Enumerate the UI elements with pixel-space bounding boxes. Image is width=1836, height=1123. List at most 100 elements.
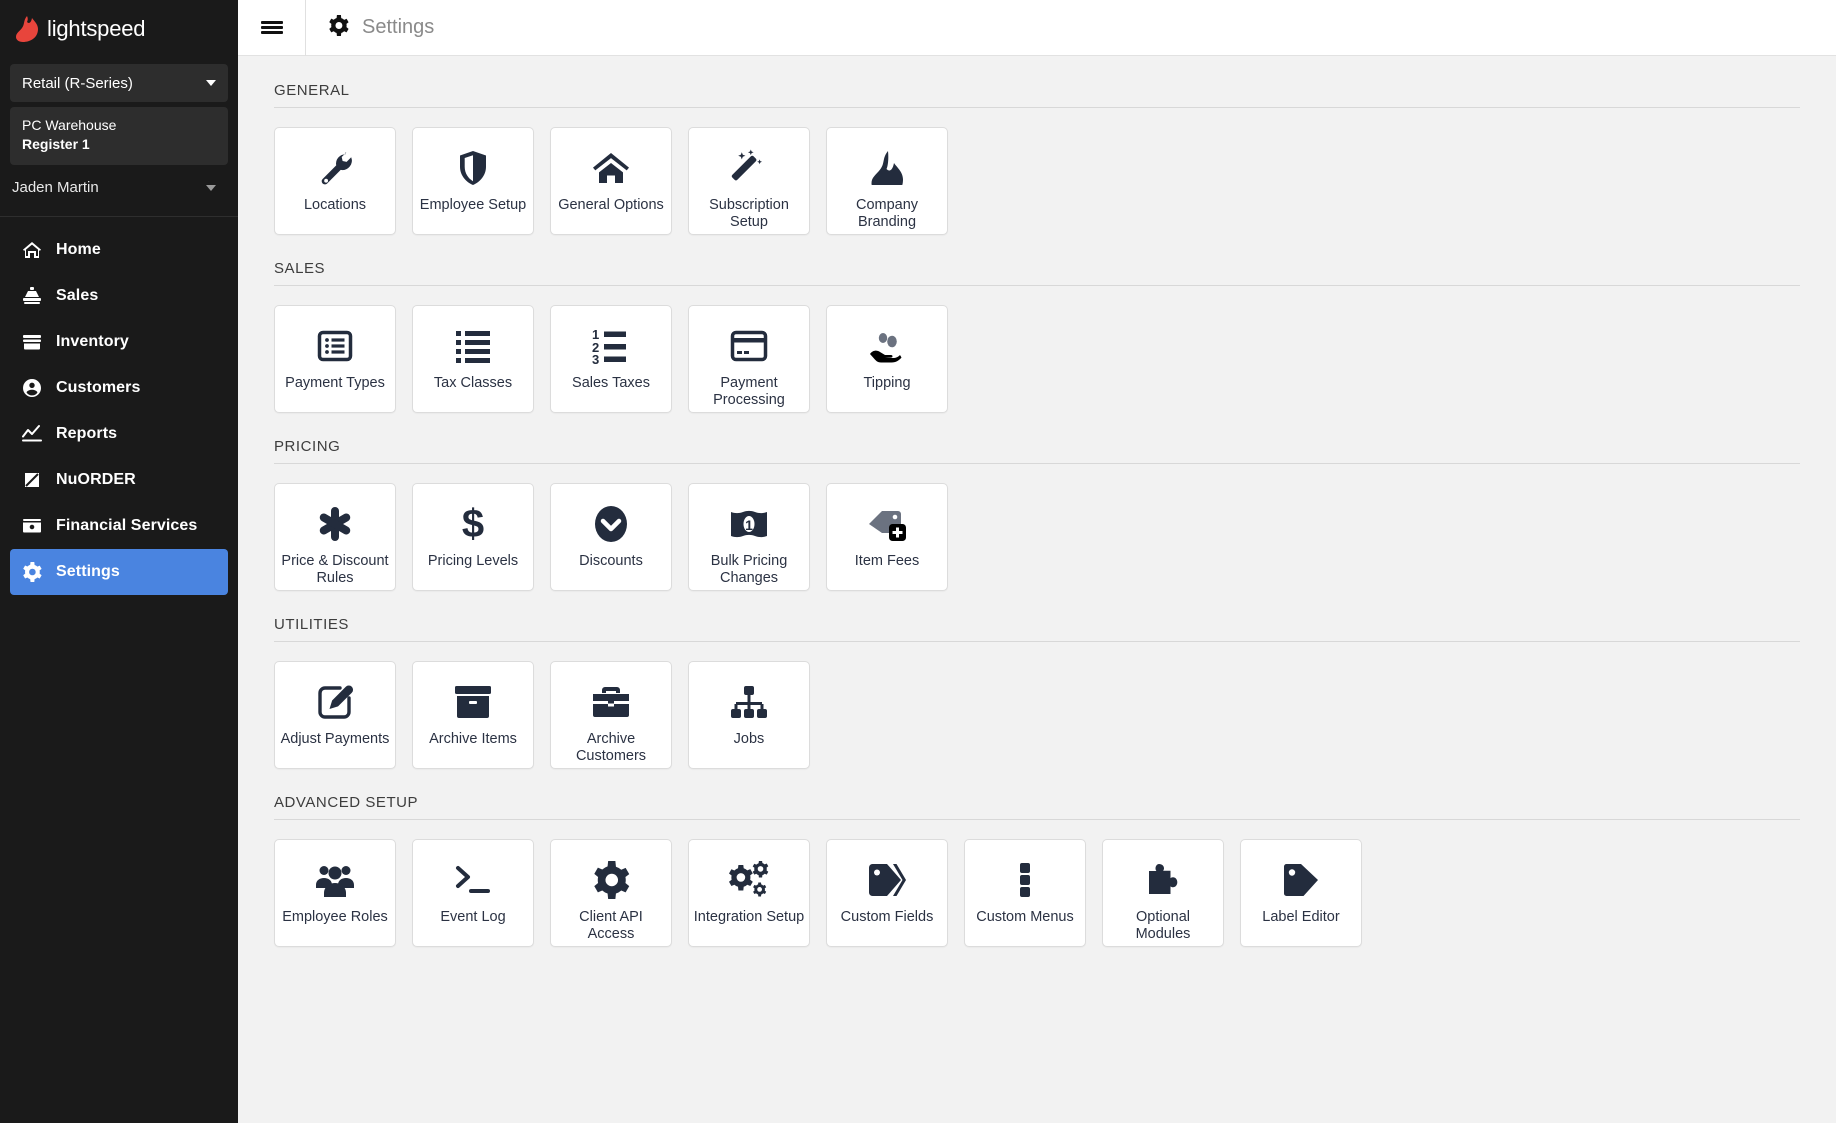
- sidebar-divider: [0, 216, 238, 217]
- section-heading: ADVANCED SETUP: [274, 794, 1800, 820]
- topbar: Settings: [238, 0, 1836, 56]
- tile-label: Tipping: [859, 375, 914, 392]
- tile-label-editor[interactable]: Label Editor: [1240, 839, 1362, 947]
- tile-archive-items[interactable]: Archive Items: [412, 661, 534, 769]
- tile-general-options[interactable]: General Options: [550, 127, 672, 235]
- sidebar-item-label: Inventory: [56, 333, 129, 351]
- gear-icon: [592, 858, 630, 902]
- tile-label: Jobs: [730, 731, 769, 748]
- money-icon: [22, 516, 42, 536]
- home-icon: [591, 146, 631, 190]
- tile-label: Sales Taxes: [568, 375, 654, 392]
- sidebar-item-inventory[interactable]: Inventory: [10, 319, 228, 365]
- tag-icon: [1282, 858, 1320, 902]
- tile-tax-classes[interactable]: Tax Classes: [412, 305, 534, 413]
- section-pricing: PRICING Price & Discount Rules $ Pricing…: [238, 438, 1836, 591]
- tile-custom-fields[interactable]: Custom Fields: [826, 839, 948, 947]
- sidebar-item-customers[interactable]: Customers: [10, 365, 228, 411]
- tile-payment-processing[interactable]: Payment Processing: [688, 305, 810, 413]
- tile-integration-setup[interactable]: Integration Setup: [688, 839, 810, 947]
- magic-wand-icon: [729, 146, 769, 190]
- flame-icon: [867, 146, 907, 190]
- tile-client-api-access[interactable]: Client API Access: [550, 839, 672, 947]
- tile-label: Locations: [300, 197, 370, 214]
- edit-square-icon: [316, 680, 354, 724]
- tile-employee-setup[interactable]: Employee Setup: [412, 127, 534, 235]
- tile-event-log[interactable]: Event Log: [412, 839, 534, 947]
- tile-optional-modules[interactable]: Optional Modules: [1102, 839, 1224, 947]
- tile-label: Employee Roles: [278, 909, 392, 926]
- tile-label: Item Fees: [851, 553, 923, 570]
- tile-bulk-pricing-changes[interactable]: 1 Bulk Pricing Changes: [688, 483, 810, 591]
- tile-label: Archive Customers: [551, 731, 671, 764]
- tile-sales-taxes[interactable]: 123 Sales Taxes: [550, 305, 672, 413]
- sidebar-item-label: Customers: [56, 379, 140, 397]
- tile-grid: Adjust Payments Archive Items Archive Cu…: [274, 661, 1800, 769]
- sidebar-item-nuorder[interactable]: NuORDER: [10, 457, 228, 503]
- tile-tipping[interactable]: Tipping: [826, 305, 948, 413]
- sidebar-item-reports[interactable]: Reports: [10, 411, 228, 457]
- store-name: PC Warehouse: [22, 116, 216, 135]
- tile-label: Custom Menus: [972, 909, 1078, 926]
- tile-discounts[interactable]: Discounts: [550, 483, 672, 591]
- section-heading: PRICING: [274, 438, 1800, 464]
- sidebar-item-label: Financial Services: [56, 517, 197, 535]
- home-icon: [22, 240, 42, 260]
- chevron-down-circle-icon: [592, 502, 630, 546]
- chevron-down-icon: [206, 80, 216, 86]
- tile-locations[interactable]: Locations: [274, 127, 396, 235]
- tile-pricing-levels[interactable]: $ Pricing Levels: [412, 483, 534, 591]
- tile-item-fees[interactable]: Item Fees: [826, 483, 948, 591]
- inventory-box-icon: [22, 332, 42, 352]
- tile-jobs[interactable]: Jobs: [688, 661, 810, 769]
- list-card-icon: [316, 324, 354, 368]
- hamburger-icon[interactable]: [238, 0, 306, 56]
- sidebar-item-sales[interactable]: Sales: [10, 273, 228, 319]
- register-icon: [22, 286, 42, 306]
- sidebar-nav: Home Sales Inventory Customers: [0, 227, 238, 595]
- tile-adjust-payments[interactable]: Adjust Payments: [274, 661, 396, 769]
- gear-icon: [328, 15, 349, 41]
- tile-label: Adjust Payments: [277, 731, 394, 748]
- tile-payment-types[interactable]: Payment Types: [274, 305, 396, 413]
- account-selector[interactable]: Retail (R-Series): [10, 64, 228, 102]
- nuorder-square-icon: [22, 470, 42, 490]
- tile-label: Custom Fields: [837, 909, 938, 926]
- tile-subscription-setup[interactable]: Subscription Setup: [688, 127, 810, 235]
- tile-label: Tax Classes: [430, 375, 516, 392]
- tile-grid: Payment Types Tax Classes 123 Sales Taxe…: [274, 305, 1800, 413]
- settings-content: GENERAL Locations Employee Setup: [238, 56, 1836, 1123]
- tile-label: Label Editor: [1258, 909, 1343, 926]
- settings-page: lightspeed Retail (R-Series) PC Warehous…: [0, 0, 1836, 1123]
- section-sales: SALES Payment Types Tax Classes: [238, 260, 1836, 413]
- sidebar-item-settings[interactable]: Settings: [10, 549, 228, 595]
- numbered-list-icon: 123: [592, 324, 630, 368]
- hand-coins-icon: [867, 324, 907, 368]
- section-heading: UTILITIES: [274, 616, 1800, 642]
- brand-logo: lightspeed: [0, 0, 238, 58]
- user-menu[interactable]: Jaden Martin: [10, 171, 228, 205]
- section-general: GENERAL Locations Employee Setup: [238, 82, 1836, 235]
- tile-label: Price & Discount Rules: [275, 553, 395, 586]
- tile-price-discount-rules[interactable]: Price & Discount Rules: [274, 483, 396, 591]
- wrench-icon: [315, 146, 355, 190]
- tile-employee-roles[interactable]: Employee Roles: [274, 839, 396, 947]
- register-name: Register 1: [22, 135, 216, 154]
- main-area: Settings GENERAL Locations: [238, 0, 1836, 1123]
- tile-label: Employee Setup: [416, 197, 530, 214]
- store-register-info[interactable]: PC Warehouse Register 1: [10, 107, 228, 165]
- flame-icon: [16, 16, 38, 42]
- tile-grid: Price & Discount Rules $ Pricing Levels …: [274, 483, 1800, 591]
- page-title-group: Settings: [306, 15, 434, 41]
- svg-text:3: 3: [592, 352, 599, 364]
- credit-card-icon: [730, 324, 768, 368]
- tile-custom-menus[interactable]: Custom Menus: [964, 839, 1086, 947]
- tile-archive-customers[interactable]: Archive Customers: [550, 661, 672, 769]
- terminal-icon: [454, 858, 492, 902]
- tile-company-branding[interactable]: Company Branding: [826, 127, 948, 235]
- tile-grid: Locations Employee Setup General Options: [274, 127, 1800, 235]
- sidebar-item-home[interactable]: Home: [10, 227, 228, 273]
- users-group-icon: [315, 858, 355, 902]
- banknote-icon: 1: [729, 502, 769, 546]
- sidebar-item-financial-services[interactable]: Financial Services: [10, 503, 228, 549]
